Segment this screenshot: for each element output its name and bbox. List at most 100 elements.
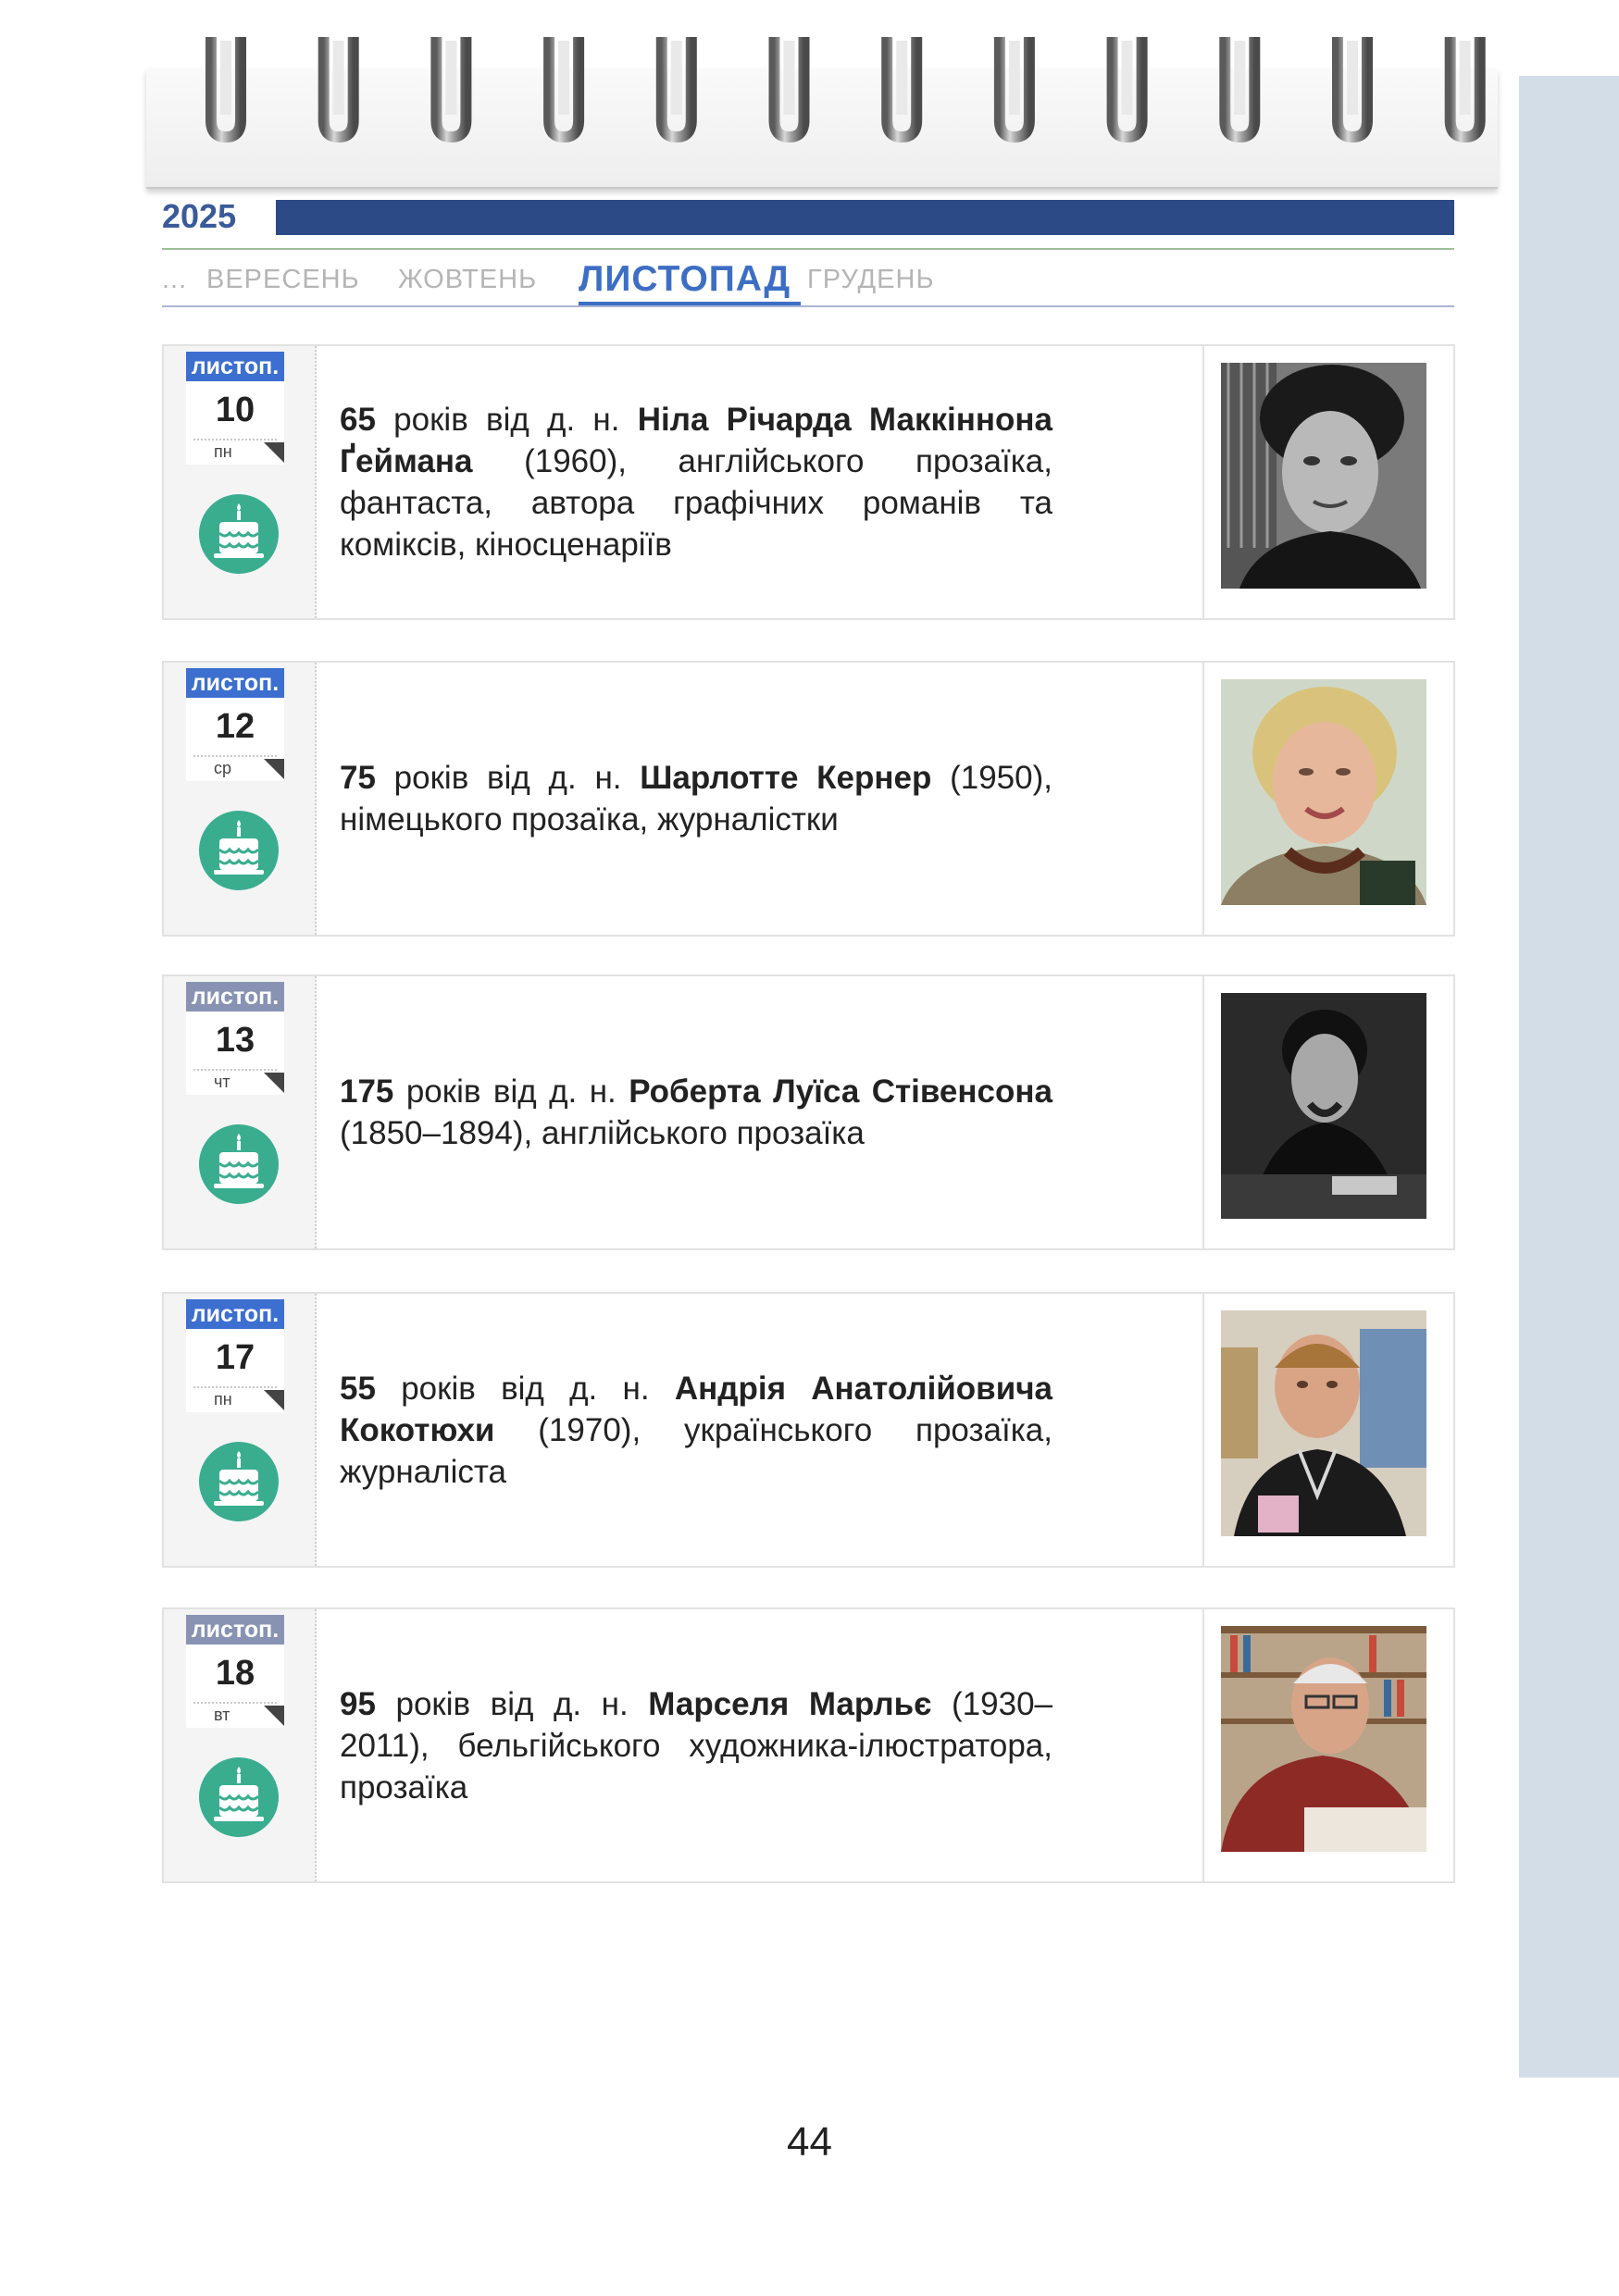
binding-ring — [768, 37, 810, 143]
page-fold-icon — [264, 1073, 284, 1093]
photo-cell — [1202, 346, 1455, 618]
weekday: ср — [214, 759, 232, 777]
anniversary-years: 65 — [340, 402, 376, 438]
month-tab: листоп. — [186, 982, 284, 1011]
anniversary-years: 55 — [340, 1370, 376, 1407]
event-card: листоп. 18 вт 95 років від д. н. Марселя… — [162, 1607, 1455, 1883]
date-badge: листоп. 18 вт — [164, 1609, 317, 1881]
binding-ring — [1444, 37, 1486, 143]
weekday: пн — [214, 442, 232, 461]
month-nav: ... ВЕРЕСЕНЬ ЖОВТЕНЬ ЛИСТОПАД ГРУДЕНЬ — [162, 259, 1454, 305]
person-name: Марселя Марльє — [648, 1685, 932, 1722]
weekday: вт — [214, 1706, 230, 1724]
event-text: 175 років від д. н. Роберта Луїса Стівен… — [340, 976, 1052, 1248]
month-ellipsis: ... — [162, 265, 188, 294]
author-portrait — [1221, 1310, 1426, 1536]
day-number: 17 — [215, 1338, 255, 1377]
event-text: 65 років від д. н. Ніла Річарда Маккінно… — [340, 346, 1052, 618]
dotted-line — [193, 439, 277, 441]
event-card: листоп. 10 пн 65 років від д. н. Ніла Рі… — [162, 344, 1455, 620]
page-fold-icon — [264, 1390, 284, 1410]
anniversary-years: 95 — [340, 1685, 376, 1722]
spiral-rings — [205, 37, 1486, 143]
event-description: 75 років від д. н. Шарлотте Кернер (1950… — [340, 757, 1052, 840]
day-box: 18 вт — [186, 1644, 284, 1728]
day-number: 12 — [215, 707, 255, 746]
day-box: 12 ср — [186, 698, 284, 781]
dotted-line — [193, 755, 277, 757]
divider — [162, 305, 1454, 307]
anniversary-phrase: років від д. н. — [375, 1685, 649, 1722]
binding-ring — [1106, 37, 1148, 143]
event-text: 95 років від д. н. Марселя Марльє (1930–… — [340, 1609, 1052, 1881]
month-tab: листоп. — [186, 1299, 284, 1329]
anniversary-phrase: років від д. н. — [375, 760, 641, 796]
binding-ring — [318, 37, 359, 143]
binding-ring — [1332, 37, 1373, 143]
event-card: листоп. 12 ср 75 років від д. н. Шарлотт… — [162, 661, 1455, 937]
event-description: 55 років від д. н. Андрія Анатолійовича … — [340, 1368, 1052, 1493]
day-number: 10 — [215, 391, 255, 429]
divider — [162, 248, 1454, 250]
photo-cell — [1202, 976, 1455, 1248]
photo-cell — [1202, 663, 1455, 935]
page-fold-icon — [264, 442, 284, 463]
author-portrait — [1221, 1626, 1426, 1852]
binding-ring — [543, 37, 585, 143]
event-description: 175 років від д. н. Роберта Луїса Стівен… — [340, 1071, 1052, 1154]
binding-ring — [655, 37, 697, 143]
person-name: Роберта Луїса Стівенсона — [629, 1074, 1052, 1110]
event-text: 75 років від д. н. Шарлотте Кернер (1950… — [340, 663, 1052, 935]
author-portrait — [1221, 363, 1426, 589]
month-tab: листоп. — [186, 668, 284, 698]
weekday: пн — [214, 1390, 232, 1409]
anniversary-years: 75 — [340, 760, 376, 796]
photo-cell — [1202, 1294, 1455, 1566]
binding-ring — [993, 37, 1035, 143]
month-september[interactable]: ВЕРЕСЕНЬ — [206, 265, 360, 295]
page-fold-icon — [264, 1706, 284, 1726]
day-number: 13 — [215, 1021, 255, 1060]
binding-ring — [881, 37, 923, 143]
binding-ring — [430, 37, 472, 143]
binding-ring — [1219, 37, 1261, 143]
binding-ring — [205, 37, 246, 143]
birthday-cake-icon — [199, 1442, 279, 1521]
anniversary-years: 175 — [340, 1074, 394, 1110]
event-text: 55 років від д. н. Андрія Анатолійовича … — [340, 1294, 1052, 1566]
side-strip — [1519, 76, 1619, 2078]
date-badge: листоп. 17 пн — [164, 1294, 317, 1566]
month-tab: листоп. — [186, 1615, 284, 1644]
event-description: 95 років від д. н. Марселя Марльє (1930–… — [340, 1683, 1052, 1808]
year-label: 2025 — [162, 197, 237, 235]
month-tab: листоп. — [186, 352, 284, 381]
dotted-line — [193, 1069, 277, 1071]
birthday-cake-icon — [199, 811, 279, 890]
month-october[interactable]: ЖОВТЕНЬ — [398, 265, 537, 295]
dotted-line — [193, 1702, 277, 1704]
day-box: 17 пн — [186, 1329, 284, 1412]
anniversary-phrase: років від д. н. — [375, 402, 638, 438]
person-name: Шарлотте Кернер — [640, 760, 932, 796]
day-box: 13 чт — [186, 1011, 284, 1095]
birthday-cake-icon — [199, 494, 279, 574]
page-fold-icon — [264, 759, 284, 779]
person-details: (1850–1894), англійського прозаїка — [340, 1115, 865, 1151]
date-badge: листоп. 10 пн — [164, 346, 317, 618]
author-portrait — [1221, 679, 1426, 905]
day-number: 18 — [215, 1654, 255, 1693]
event-card: листоп. 17 пн 55 років від д. н. Андрія … — [162, 1292, 1455, 1568]
month-november[interactable]: ЛИСТОПАД — [579, 259, 791, 300]
dotted-line — [193, 1386, 277, 1388]
author-portrait — [1221, 993, 1426, 1219]
page-number: 44 — [787, 2119, 832, 2165]
weekday: чт — [214, 1073, 230, 1091]
month-december[interactable]: ГРУДЕНЬ — [807, 265, 935, 295]
date-badge: листоп. 12 ср — [164, 663, 317, 935]
date-badge: листоп. 13 чт — [164, 976, 317, 1248]
day-box: 10 пн — [186, 381, 284, 465]
birthday-cake-icon — [199, 1757, 279, 1837]
birthday-cake-icon — [199, 1124, 279, 1204]
year-bar — [276, 200, 1454, 235]
photo-cell — [1202, 1609, 1455, 1881]
